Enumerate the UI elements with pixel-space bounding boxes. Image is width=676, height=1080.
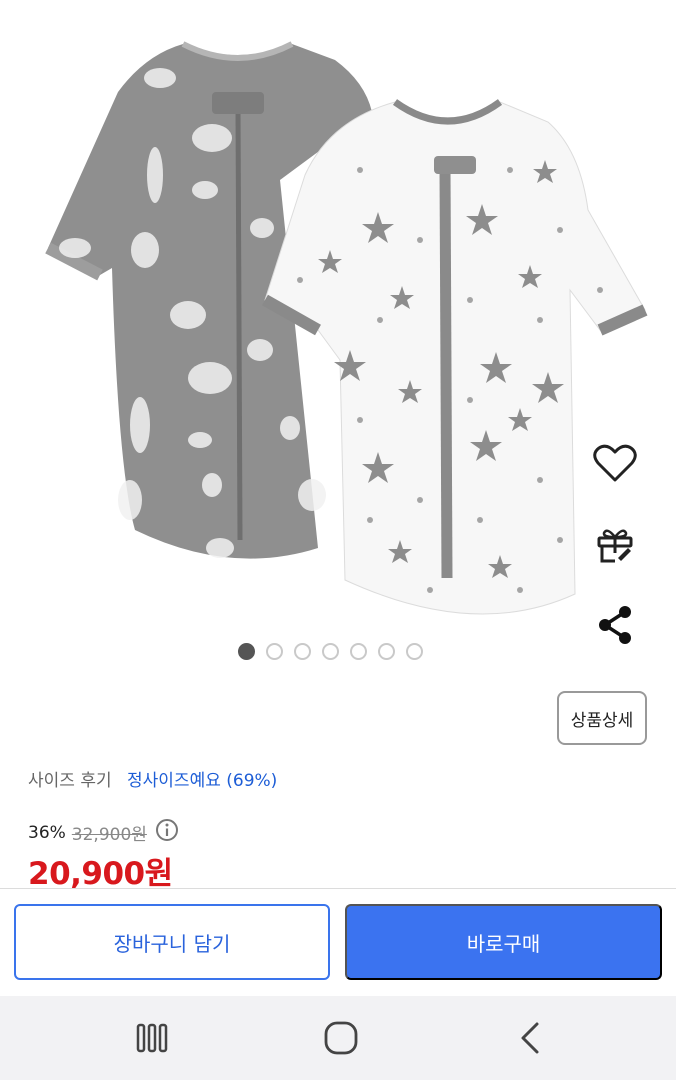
system-navigation-bar [0, 996, 676, 1080]
carousel-dot[interactable] [377, 643, 395, 660]
size-review-label: 사이즈 후기 [28, 771, 112, 791]
carousel-dot[interactable] [265, 643, 283, 660]
size-review[interactable]: 사이즈 후기 정사이즈예요 (69%) [28, 766, 277, 791]
heart-outline-icon [593, 444, 637, 482]
product-image[interactable] [0, 0, 676, 640]
sale-price: 20,900원 [28, 856, 173, 892]
size-review-value: 정사이즈예요 (69%) [127, 771, 278, 791]
wishlist-button[interactable] [590, 438, 640, 488]
image-pagination [0, 643, 676, 663]
buy-now-button[interactable]: 바로구매 [345, 904, 662, 980]
add-to-cart-button[interactable]: 장바구니 담기 [14, 904, 330, 980]
price-info-button[interactable] [155, 818, 179, 847]
back-button[interactable] [506, 1014, 554, 1062]
recents-icon [136, 1023, 168, 1053]
gift-button[interactable] [590, 520, 640, 570]
recents-button[interactable] [128, 1014, 176, 1062]
home-icon [324, 1021, 358, 1055]
product-detail-button[interactable]: 상품상세 [557, 691, 647, 745]
carousel-dot[interactable] [405, 643, 423, 660]
gift-icon [597, 529, 633, 563]
original-price: 32,900원 [71, 825, 147, 845]
divider [0, 888, 676, 889]
carousel-dot[interactable] [237, 643, 255, 660]
carousel-dot[interactable] [293, 643, 311, 660]
carousel-dot[interactable] [349, 643, 367, 660]
carousel-dot[interactable] [321, 643, 339, 660]
product-photo-sleepsacks [45, 41, 648, 615]
discount-rate: 36% [28, 822, 66, 843]
price-row: 36% 32,900원 [28, 818, 179, 847]
back-icon [521, 1022, 539, 1054]
home-button[interactable] [317, 1014, 365, 1062]
share-icon [599, 606, 631, 644]
info-icon [155, 819, 178, 841]
